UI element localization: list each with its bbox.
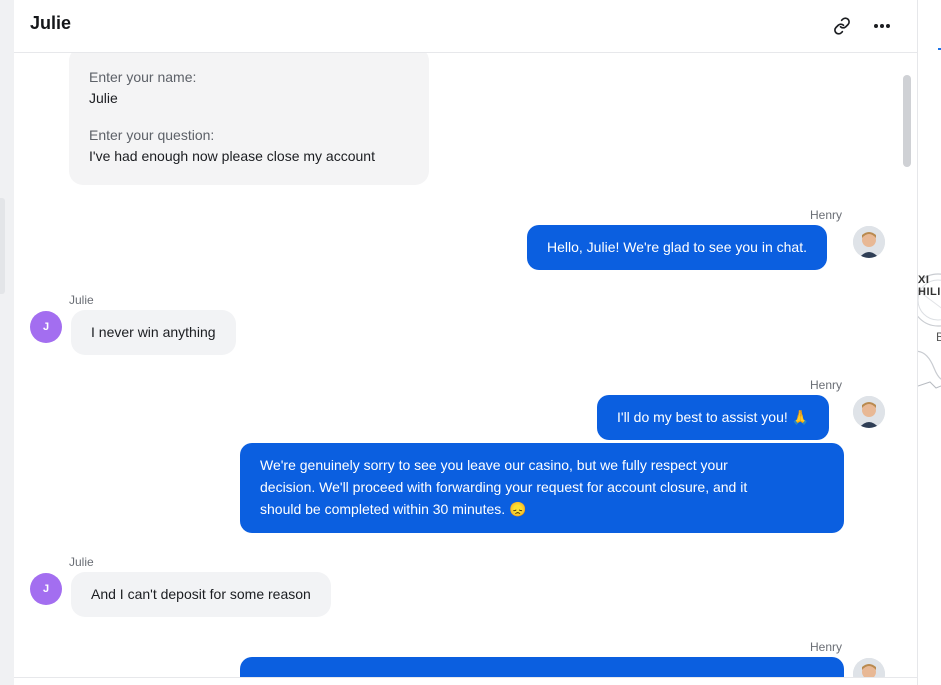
chat-title: Julie (30, 13, 72, 33)
question-value: I've had enough now please close my acco… (89, 148, 375, 164)
agent-message-cutoff (240, 657, 844, 677)
composer-edge (14, 677, 917, 685)
agent-avatar-photo (853, 658, 885, 677)
map-label-1: XI (918, 274, 930, 286)
chat-header: Julie (14, 0, 917, 53)
map-preview[interactable]: XI HILI B (918, 256, 941, 396)
user-avatar[interactable]: J (30, 311, 62, 343)
agent-avatar[interactable] (853, 396, 885, 428)
right-side-panel-edge: XI HILI B (917, 0, 941, 685)
sender-name: Henry (810, 208, 843, 222)
sender-name: Julie (69, 555, 94, 569)
user-message: I never win anything (71, 310, 236, 355)
name-label: Enter your name: (89, 69, 197, 85)
agent-message: I'll do my best to assist you! 🙏 (597, 395, 830, 440)
agent-message: Hello, Julie! We're glad to see you in c… (527, 225, 827, 270)
user-message: And I can't deposit for some reason (71, 572, 331, 617)
message-line: We're genuinely sorry to see you leave o… (260, 457, 728, 473)
agent-avatar[interactable] (853, 226, 885, 258)
map-label-3: B (936, 330, 941, 344)
agent-avatar-photo (853, 396, 885, 428)
map-label-2: HILI (918, 286, 941, 298)
sender-name: Henry (810, 640, 843, 654)
agent-message: We're genuinely sorry to see you leave o… (240, 443, 844, 533)
question-label: Enter your question: (89, 127, 215, 143)
more-horizontal-icon[interactable] (870, 14, 894, 38)
agent-avatar[interactable] (853, 658, 885, 677)
user-avatar[interactable]: J (30, 573, 62, 605)
prechat-form-bubble: Enter your name: Julie Enter your questi… (69, 53, 429, 185)
chat-panel: Julie Enter your name: Julie Enter your … (14, 0, 917, 685)
message-list[interactable]: Enter your name: Julie Enter your questi… (14, 53, 917, 677)
agent-avatar-photo (853, 226, 885, 258)
left-sidebar-edge (0, 0, 14, 685)
collapsed-panel-tab[interactable] (0, 198, 5, 294)
message-line: should be completed within 30 minutes. 😞 (260, 501, 527, 517)
message-line: decision. We'll proceed with forwarding … (260, 479, 748, 495)
scrollbar-thumb[interactable] (903, 75, 911, 167)
link-icon[interactable] (830, 14, 854, 38)
name-value: Julie (89, 90, 118, 106)
sender-name: Julie (69, 293, 94, 307)
sender-name: Henry (810, 378, 843, 392)
